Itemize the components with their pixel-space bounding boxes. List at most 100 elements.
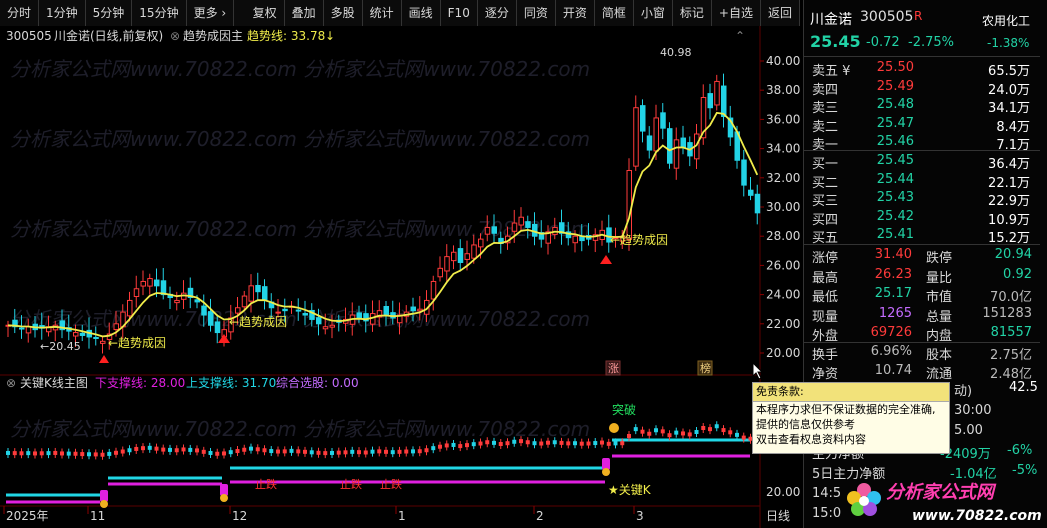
candle-body [356,312,362,319]
toolbar-button[interactable]: 画线 [402,0,441,26]
quote-price: 25.49 [876,78,914,94]
candle-body [241,295,248,308]
period-tab[interactable]: 15分钟 [132,0,187,26]
candle-body [491,226,497,234]
y-tick-label: 40.00 [766,54,800,68]
toolbar-button[interactable]: 逐分 [478,0,517,26]
lower-candle-body [681,431,685,436]
candle-body [93,336,99,339]
lower-candle-body [411,449,415,454]
toolbar-button[interactable]: F10 [441,0,478,26]
candle-body [194,299,200,303]
candle-body [79,332,86,336]
trend-annotation: ←趋势成因 [229,315,287,329]
lower-candle-body [235,449,240,454]
stat-cell: 2.75亿 [990,348,1032,363]
candle-body [721,85,727,117]
x-tick-label: 3 [636,509,644,523]
lower-candle-body [505,441,510,446]
lower-candle-body [640,429,645,434]
x-tick-label: 1 [398,509,406,523]
candle-body [174,299,180,304]
stat-cell: 换手 [812,348,839,363]
y-tick-label: 30.00 [766,200,800,214]
candle-body [140,280,146,287]
key-k-label: ★关键K [608,483,652,497]
lower-candle-body [458,444,463,449]
candle-body [660,112,666,129]
quote-volume: 24.0万 [988,82,1030,98]
signal-triangle [600,255,612,264]
quote-label: 买二 [812,175,839,191]
toolbar-button[interactable]: 小窗 [634,0,673,26]
candle-body [316,317,322,325]
lower-candle-body [735,432,739,437]
indicator-name[interactable]: 趋势成因主 [183,29,243,43]
period-tab[interactable]: 更多 › [187,0,235,26]
lower-candle-body [93,452,98,457]
toolbar-button[interactable]: 标记 [673,0,712,26]
sector-name[interactable]: 农用化工 [982,12,1030,29]
lower-candle-body [222,451,226,456]
stat-cell: 26.23 [874,266,912,282]
candle-body [113,323,119,331]
lower-candle-body [53,450,58,455]
kline-chart[interactable]: 300505 川金诺(日线,前复权) ⊗ 趋势成因主 趋势线: 33.78 ↓ … [0,26,803,528]
ranking-tag-text: 榜 [700,361,711,375]
limit-up-tag-text: 涨 [608,362,619,375]
period-tab[interactable]: 分时 [0,0,40,26]
candle-body [248,285,254,302]
toolbar-button[interactable]: 简框 [595,0,634,26]
chart-toolbar: 分时 1分钟 5分钟 15分钟 更多 › 复权 叠加 多股 统计 画线 F10 逐分 同资 开资 简框 小窗… [0,0,800,27]
lower-candle-body [721,428,726,433]
lower-candle-body [438,444,442,449]
period-tab[interactable]: 1分钟 [39,0,86,26]
stat-row: 最低 25.17 市值 70.0亿 [804,286,1040,306]
lower-candle-body [728,430,733,435]
toolbar-button[interactable]: 叠加 [285,0,324,26]
lower-candle-body [708,427,712,432]
candle-body [532,223,538,237]
candle-body [478,238,484,248]
candle-body [653,117,659,152]
stat-cell: 81557 [990,325,1032,341]
disclaimer-title: 免责条款: [753,383,949,402]
kline-svg[interactable]: 300505 川金诺(日线,前复权) ⊗ 趋势成因主 趋势线: 33.78 ↓ … [0,26,803,528]
toolbar-button[interactable]: 统计 [363,0,402,26]
watermark-text: 分析家公式网www.70822.com 分析家公式网www.70822.com [10,127,590,151]
stock-code: 300505 [860,9,914,25]
lower-candle-body [377,449,382,454]
stat-cell: 总量 [926,309,953,325]
toolbar-button[interactable]: 同资 [517,0,556,26]
lower-candle-body [12,451,17,456]
toolbar-button[interactable]: 复权 [246,0,285,26]
candle-body [572,235,578,244]
y-tick-label: 20.00 [766,346,800,360]
lower-candle-body [120,449,125,454]
toolbar-button[interactable]: +自选 [712,0,761,26]
candle-body [464,253,470,260]
site-logo: 分析家公式网 www.70822.com [836,468,1047,528]
lower-candle-body [478,441,483,446]
period-tab[interactable]: 5分钟 [86,0,133,26]
quote-volume: 22.1万 [988,175,1030,191]
candle-body [646,135,653,151]
candle-body [282,308,288,312]
y-tick-label: 38.00 [766,83,800,97]
lower-pane-title[interactable]: 关键K线主图 [20,376,88,390]
quote-price: 25.50 [876,60,914,75]
lower-candle-body [485,440,490,445]
candle-body [714,80,720,106]
quote-price: 25.46 [876,134,914,150]
stat-cell: 流通 [926,367,953,382]
lower-candle-body [249,446,253,451]
quote-price: 25.43 [876,190,914,206]
toolbar-button[interactable]: 返回 [761,0,800,26]
chart-code: 300505 [6,29,52,43]
divider [804,342,1040,343]
chevron-up-icon[interactable]: ⌃ [735,29,745,43]
toolbar-button[interactable]: 多股 [324,0,363,26]
quote-row: 卖三 25.48 34.1万 [804,97,1040,117]
toolbar-button[interactable]: 开资 [556,0,595,26]
candle-body [383,305,389,316]
